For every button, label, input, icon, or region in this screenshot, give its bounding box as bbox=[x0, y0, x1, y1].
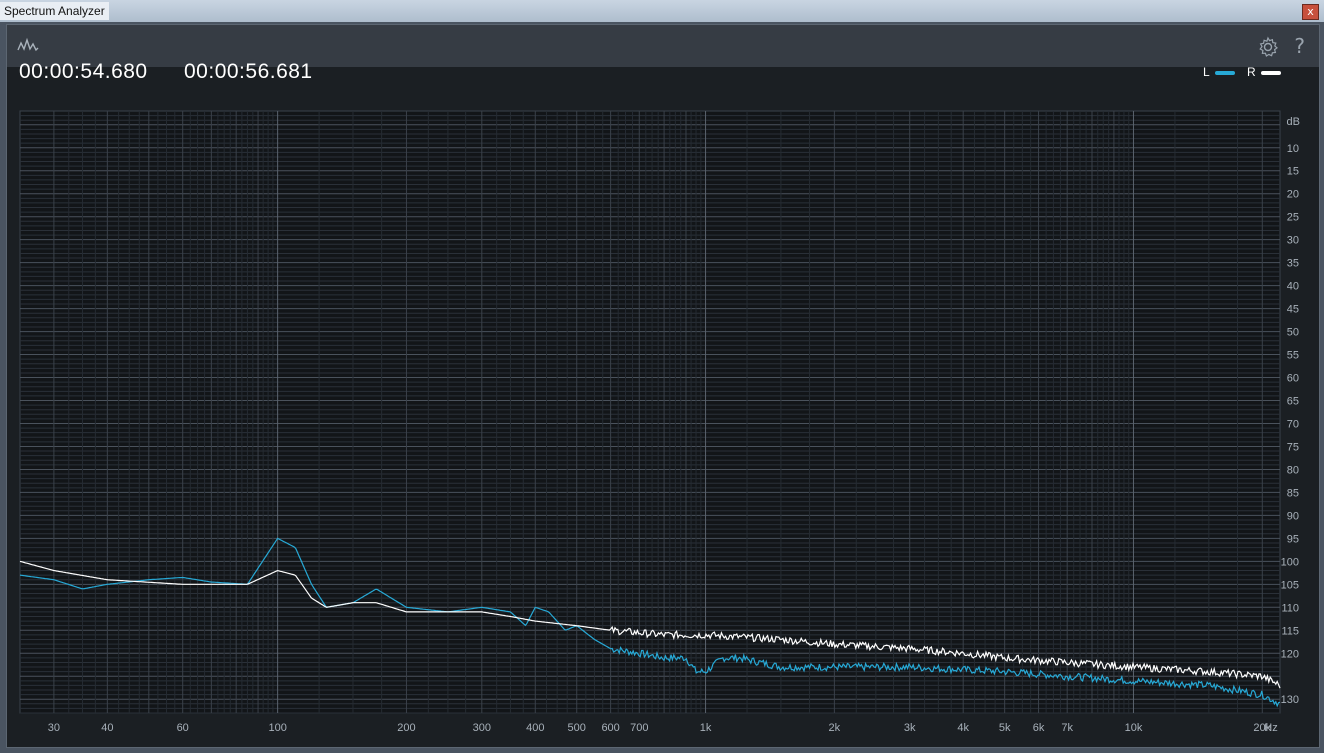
y-tick-label: 80 bbox=[1287, 464, 1299, 476]
y-tick-label: 25 bbox=[1287, 212, 1299, 224]
x-tick-label: 7k bbox=[1061, 722, 1073, 734]
x-tick-label: 300 bbox=[473, 722, 491, 734]
y-tick-label: 65 bbox=[1287, 396, 1299, 408]
y-tick-label: 95 bbox=[1287, 533, 1299, 545]
x-tick-label: 400 bbox=[526, 722, 544, 734]
x-tick-label: 60 bbox=[177, 722, 189, 734]
x-tick-label: 200 bbox=[397, 722, 415, 734]
x-tick-label: 2k bbox=[829, 722, 841, 734]
x-tick-label: 3k bbox=[904, 722, 916, 734]
y-tick-label: 10 bbox=[1287, 143, 1299, 155]
x-tick-label: 10k bbox=[1125, 722, 1143, 734]
x-tick-label: 100 bbox=[268, 722, 286, 734]
y-tick-label: 120 bbox=[1281, 648, 1299, 660]
y-tick-label: 70 bbox=[1287, 418, 1299, 430]
y-tick-label: 100 bbox=[1281, 556, 1299, 568]
y-tick-label: 110 bbox=[1281, 602, 1299, 614]
y-tick-label: 60 bbox=[1287, 373, 1299, 385]
y-tick-label: 130 bbox=[1281, 694, 1299, 706]
x-tick-label: 700 bbox=[630, 722, 648, 734]
y-tick-label: 75 bbox=[1287, 441, 1299, 453]
x-tick-label: 40 bbox=[101, 722, 113, 734]
y-tick-label: 45 bbox=[1287, 304, 1299, 316]
y-tick-label: 55 bbox=[1287, 350, 1299, 362]
y-tick-label: 20 bbox=[1287, 189, 1299, 201]
y-tick-label: 105 bbox=[1281, 579, 1299, 591]
y-tick-label: 35 bbox=[1287, 258, 1299, 270]
spectrum-chart[interactable]: 30 40 60 100 200 300 400 500 600 700 1k 2k 3k 4k 5k 6k 7… bbox=[0, 0, 1324, 753]
x-tick-label: 4k bbox=[957, 722, 969, 734]
plot-area bbox=[19, 110, 1281, 714]
x-tick-label: 30 bbox=[48, 722, 60, 734]
y-axis-unit: dB bbox=[1287, 116, 1300, 128]
y-tick-label: 90 bbox=[1287, 510, 1299, 522]
x-tick-label: 5k bbox=[999, 722, 1011, 734]
y-tick-label: 50 bbox=[1287, 327, 1299, 339]
y-tick-label: 15 bbox=[1287, 166, 1299, 178]
x-tick-label: 500 bbox=[568, 722, 586, 734]
x-tick-label: 600 bbox=[601, 722, 619, 734]
x-tick-label: 6k bbox=[1033, 722, 1045, 734]
x-tick-label: 1k bbox=[700, 722, 712, 734]
y-tick-label: 30 bbox=[1287, 235, 1299, 247]
y-tick-label: 40 bbox=[1287, 281, 1299, 293]
y-tick-label: 85 bbox=[1287, 487, 1299, 499]
y-tick-label: 115 bbox=[1281, 625, 1299, 637]
x-axis-unit: Hz bbox=[1264, 722, 1277, 734]
